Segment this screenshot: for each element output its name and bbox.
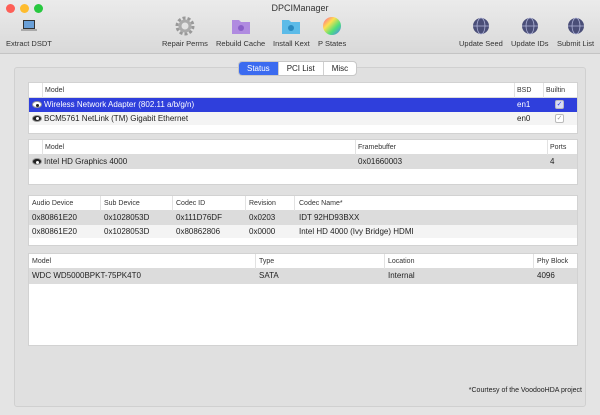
globe-icon: [567, 17, 584, 35]
repair-perms-button[interactable]: Repair Perms: [162, 16, 208, 48]
column-sub-device[interactable]: Sub Device: [104, 200, 140, 207]
toolbar-label: Submit List: [557, 39, 595, 48]
codec-name-cell: IDT 92HD93BXX: [299, 213, 360, 222]
app-window: DPCIManager Extract DSDT Repair Perms Re…: [0, 0, 600, 415]
tab-pci-list[interactable]: PCI List: [277, 62, 323, 75]
blue-folder-icon: [282, 20, 301, 34]
toolbar-label: Update IDs: [511, 39, 549, 48]
footer-note: *Courtesy of the VoodooHDA project: [468, 387, 582, 394]
laptop-icon: [20, 20, 37, 31]
sub-device-cell: 0x1028053D: [104, 213, 150, 222]
column-audio-device[interactable]: Audio Device: [32, 200, 73, 207]
column-model[interactable]: Model: [32, 258, 51, 265]
extract-dsdt-button[interactable]: Extract DSDT: [6, 16, 52, 48]
p-states-button[interactable]: P States: [318, 16, 346, 48]
column-codec-name[interactable]: Codec Name*: [299, 200, 343, 207]
codec-name-cell: Intel HD 4000 (Ivy Bridge) HDMI: [299, 226, 414, 236]
update-ids-button[interactable]: Update IDs: [511, 16, 549, 48]
table-header: Model BSD Builtin: [29, 83, 577, 98]
table-header: Audio Device Sub Device Codec ID Revisio…: [29, 196, 577, 211]
phy-block-cell: 4096: [537, 271, 555, 280]
tab-misc[interactable]: Misc: [322, 62, 356, 75]
bsd-cell: en1: [517, 100, 531, 109]
column-codec-id[interactable]: Codec ID: [176, 200, 205, 207]
install-kext-button[interactable]: Install Kext: [273, 16, 310, 48]
column-revision[interactable]: Revision: [249, 200, 276, 207]
table-row[interactable]: BCM5761 NetLink (TM) Gigabit Ethernet en…: [29, 111, 577, 125]
codec-id-cell: 0x111D76DF: [176, 213, 222, 222]
column-builtin[interactable]: Builtin: [546, 87, 565, 94]
globe-icon: [472, 17, 489, 35]
submit-list-button[interactable]: Submit List: [557, 16, 594, 48]
eye-icon[interactable]: [32, 158, 42, 165]
column-ports[interactable]: Ports: [550, 144, 566, 151]
gear-icon: [175, 16, 195, 36]
purple-folder-icon: [231, 20, 250, 34]
table-header: Model Framebuffer Ports: [29, 140, 577, 155]
type-cell: SATA: [259, 271, 279, 280]
audio-device-cell: 0x80861E20: [32, 213, 77, 222]
toolbar-label: Update Seed: [459, 39, 503, 48]
bsd-cell: en0: [517, 113, 531, 123]
audio-device-cell: 0x80861E20: [32, 226, 77, 236]
audio-table: Audio Device Sub Device Codec ID Revisio…: [28, 195, 578, 246]
model-cell: Wireless Network Adapter (802.11 a/b/g/n…: [44, 100, 195, 109]
table-row[interactable]: 0x80861E20 0x1028053D 0x80862806 0x0000 …: [29, 224, 577, 238]
column-phy-block[interactable]: Phy Block: [537, 258, 568, 265]
network-table: Model BSD Builtin Wireless Network Adapt…: [28, 82, 578, 134]
revision-cell: 0x0203: [249, 213, 276, 222]
tab-bar: Status PCI List Misc: [238, 61, 358, 76]
graphics-table: Model Framebuffer Ports Intel HD Graphic…: [28, 139, 578, 185]
location-cell: Internal: [388, 271, 415, 280]
column-model[interactable]: Model: [45, 87, 64, 94]
column-model[interactable]: Model: [45, 144, 64, 151]
window-title: DPCIManager: [271, 3, 329, 13]
column-type[interactable]: Type: [259, 258, 274, 265]
table-header: Model Type Location Phy Block: [29, 254, 577, 269]
builtin-checkbox[interactable]: ✓: [555, 100, 564, 109]
column-framebuffer[interactable]: Framebuffer: [358, 144, 396, 151]
toolbar-label: Extract DSDT: [6, 39, 52, 48]
update-seed-button[interactable]: Update Seed: [459, 16, 503, 48]
column-location[interactable]: Location: [388, 258, 414, 265]
color-wheel-icon: [323, 17, 342, 35]
model-cell: Intel HD Graphics 4000: [44, 157, 128, 166]
eye-icon[interactable]: [32, 101, 42, 108]
storage-table: Model Type Location Phy Block WDC WD5000…: [28, 253, 578, 346]
sub-device-cell: 0x1028053D: [104, 226, 150, 236]
globe-icon: [521, 17, 538, 35]
model-cell: WDC WD5000BPKT-75PK4T0: [32, 271, 141, 280]
table-row[interactable]: Intel HD Graphics 4000 0x01660003 4: [29, 155, 577, 169]
revision-cell: 0x0000: [249, 226, 276, 236]
toolbar-label: Repair Perms: [162, 39, 208, 48]
ports-cell: 4: [550, 157, 555, 166]
model-cell: BCM5761 NetLink (TM) Gigabit Ethernet: [44, 113, 189, 123]
table-row[interactable]: WDC WD5000BPKT-75PK4T0 SATA Internal 409…: [29, 269, 577, 284]
builtin-checkbox[interactable]: ✓: [555, 113, 564, 123]
title-bar: DPCIManager Extract DSDT Repair Perms Re…: [0, 0, 600, 54]
rebuild-cache-button[interactable]: Rebuild Cache: [216, 16, 265, 48]
table-row[interactable]: Wireless Network Adapter (802.11 a/b/g/n…: [29, 98, 577, 112]
tab-status[interactable]: Status: [239, 62, 278, 75]
column-bsd[interactable]: BSD: [517, 87, 531, 94]
toolbar-label: Install Kext: [273, 39, 310, 48]
table-row[interactable]: 0x80861E20 0x1028053D 0x111D76DF 0x0203 …: [29, 211, 577, 225]
codec-id-cell: 0x80862806: [176, 226, 221, 236]
toolbar-label: P States: [318, 39, 347, 48]
eye-icon[interactable]: [32, 114, 42, 122]
framebuffer-cell: 0x01660003: [358, 157, 403, 166]
toolbar-label: Rebuild Cache: [216, 39, 266, 48]
